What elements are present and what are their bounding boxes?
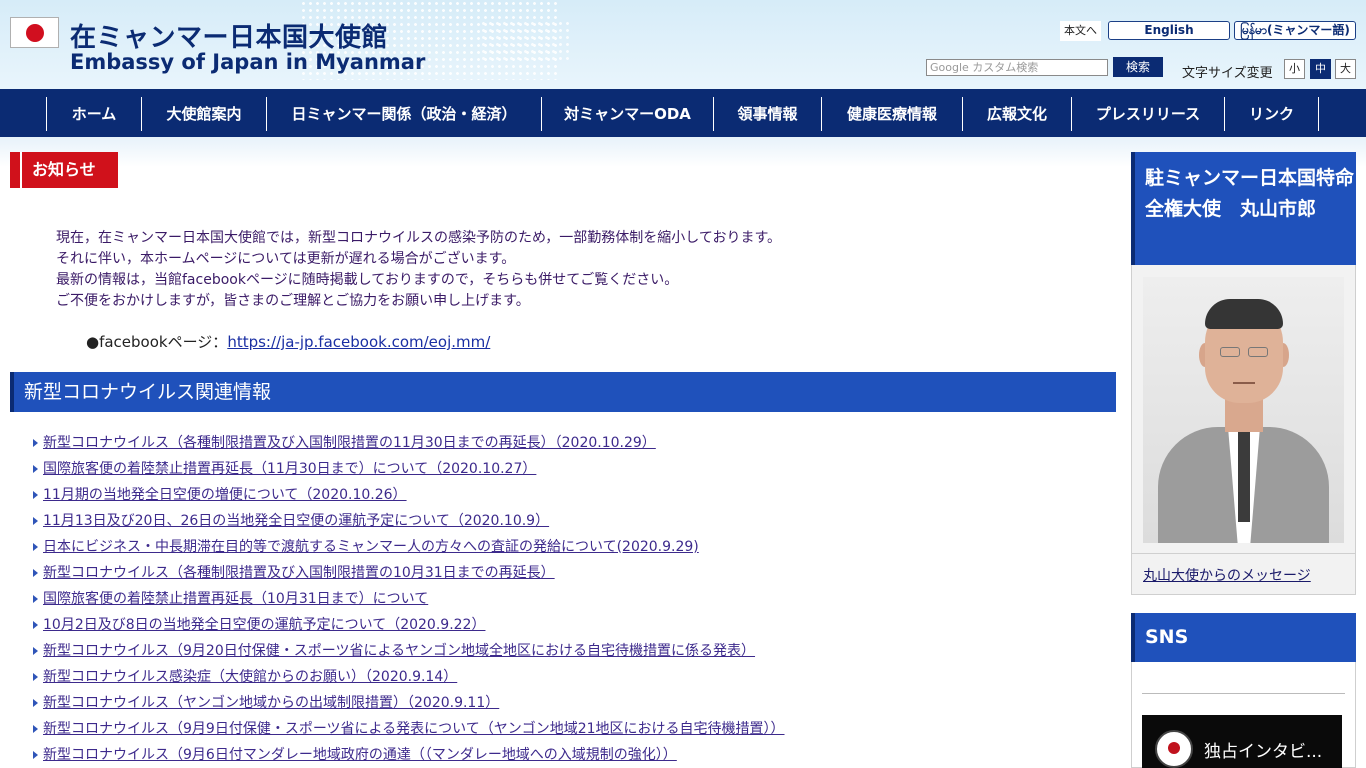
list-item[interactable]: 新型コロナウイルス（ヤンゴン地域からの出域制限措置）（2020.9.11）: [33, 693, 785, 719]
nav-item-health[interactable]: 健康医療情報: [821, 97, 962, 131]
divider: [1132, 553, 1355, 554]
list-item[interactable]: 日本にビジネス・中長期滞在目的等で渡航するミャンマー人の方々への査証の発給につい…: [33, 537, 785, 563]
facebook-label: ●facebookページ：: [86, 333, 228, 351]
font-size-medium-button[interactable]: 中: [1310, 59, 1331, 79]
notice-line: 最新の情報は，当館facebookページに随時掲載しておりますので，そちらも併せ…: [56, 272, 679, 288]
notice-line: 現在，在ミャンマー日本国大使館では，新型コロナウイルスの感染予防のため，一部勤務…: [56, 230, 782, 246]
site-title-jp[interactable]: 在ミャンマー日本国大使館: [70, 17, 388, 54]
font-size-small-button[interactable]: 小: [1284, 59, 1305, 79]
site-title-en[interactable]: Embassy of Japan in Myanmar: [70, 50, 425, 74]
english-button[interactable]: English: [1108, 21, 1230, 40]
search-button[interactable]: 検索: [1113, 57, 1163, 77]
search-input[interactable]: Google カスタム検索: [926, 59, 1108, 76]
list-item[interactable]: 11月13日及び20日、26日の当地発全日空便の運航予定について（2020.10…: [33, 511, 785, 537]
video-thumbnail[interactable]: 独占インタビ...: [1142, 715, 1342, 768]
font-size-label: 文字サイズ変更: [1182, 66, 1273, 81]
notice-text: 現在，在ミャンマー日本国大使館では，新型コロナウイルスの感染予防のため，一部勤務…: [56, 228, 781, 312]
main-nav: ホーム 大使館案内 日ミャンマー関係（政治・経済） 対ミャンマーODA 領事情報…: [0, 89, 1366, 137]
nav-item-press[interactable]: プレスリリース: [1071, 97, 1224, 131]
notice-line: ご不便をおかけしますが，皆さまのご理解とご協力をお願い申し上げます。: [56, 293, 530, 309]
nav-item-culture[interactable]: 広報文化: [962, 97, 1071, 131]
nav-item-consular[interactable]: 領事情報: [713, 97, 821, 131]
list-item[interactable]: 11月期の当地発全日空便の増便について（2020.10.26）: [33, 485, 785, 511]
nav-item-oda[interactable]: 対ミャンマーODA: [541, 97, 713, 131]
ambassador-message-link[interactable]: 丸山大使からのメッセージ: [1143, 565, 1311, 585]
list-item[interactable]: 新型コロナウイルス（各種制限措置及び入国制限措置の10月31日までの再延長）: [33, 563, 785, 589]
site-header: 在ミャンマー日本国大使館 Embassy of Japan in Myanmar…: [0, 0, 1366, 89]
covid-news-list: 新型コロナウイルス（各種制限措置及び入国制限措置の11月30日までの再延長）（2…: [33, 433, 785, 768]
divider: [1142, 693, 1345, 694]
video-title: 独占インタビ...: [1204, 742, 1323, 762]
nav-divider: [1318, 97, 1319, 131]
ambassador-heading: 駐ミャンマー日本国特命全権大使 丸山市郎: [1131, 152, 1356, 265]
nav-item-relations[interactable]: 日ミャンマー関係（政治・経済）: [266, 97, 541, 131]
myanmar-language-button[interactable]: မြန်မာ(ミャンマー語): [1234, 21, 1356, 40]
facebook-line: ●facebookページ：https://ja-jp.facebook.com/…: [86, 331, 490, 352]
facebook-link[interactable]: https://ja-jp.facebook.com/eoj.mm/: [227, 333, 490, 351]
japan-flag-icon: [10, 17, 59, 48]
list-item[interactable]: 新型コロナウイルス（9月6日付マンダレー地域政府の通達（（マンダレー地域への入域…: [33, 745, 785, 768]
sns-heading: SNS: [1131, 613, 1356, 662]
list-item[interactable]: 国際旅客便の着陸禁止措置再延長（10月31日まで）について: [33, 589, 785, 615]
list-item[interactable]: 新型コロナウイルス（各種制限措置及び入国制限措置の11月30日までの再延長）（2…: [33, 433, 785, 459]
covid-section-heading: 新型コロナウイルス関連情報: [10, 372, 1116, 412]
ambassador-photo[interactable]: [1143, 277, 1344, 543]
list-item[interactable]: 新型コロナウイルス（9月20日付保健・スポーツ省によるヤンゴン地域全地区における…: [33, 641, 785, 667]
font-size-large-button[interactable]: 大: [1335, 59, 1356, 79]
nav-item-embassy[interactable]: 大使館案内: [141, 97, 266, 131]
notice-line: それに伴い，本ホームページについては更新が遅れる場合がございます。: [56, 251, 516, 267]
notice-heading-label: お知らせ: [20, 152, 118, 188]
list-item[interactable]: 10月2日及び8日の当地発全日空便の運航予定について（2020.9.22）: [33, 615, 785, 641]
channel-logo-icon: [1155, 730, 1193, 768]
list-item[interactable]: 国際旅客便の着陸禁止措置再延長（11月30日まで）について（2020.10.27…: [33, 459, 785, 485]
skip-to-content-link[interactable]: 本文へ: [1060, 21, 1101, 41]
nav-item-links[interactable]: リンク: [1224, 97, 1318, 131]
notice-heading: お知らせ: [10, 152, 118, 188]
list-item[interactable]: 新型コロナウイルス感染症（大使館からのお願い）（2020.9.14）: [33, 667, 785, 693]
world-map-decoration-2: [480, 20, 570, 60]
list-item[interactable]: 新型コロナウイルス（9月9日付保健・スポーツ省による発表について（ヤンゴン地域2…: [33, 719, 785, 745]
nav-item-home[interactable]: ホーム: [46, 97, 141, 131]
